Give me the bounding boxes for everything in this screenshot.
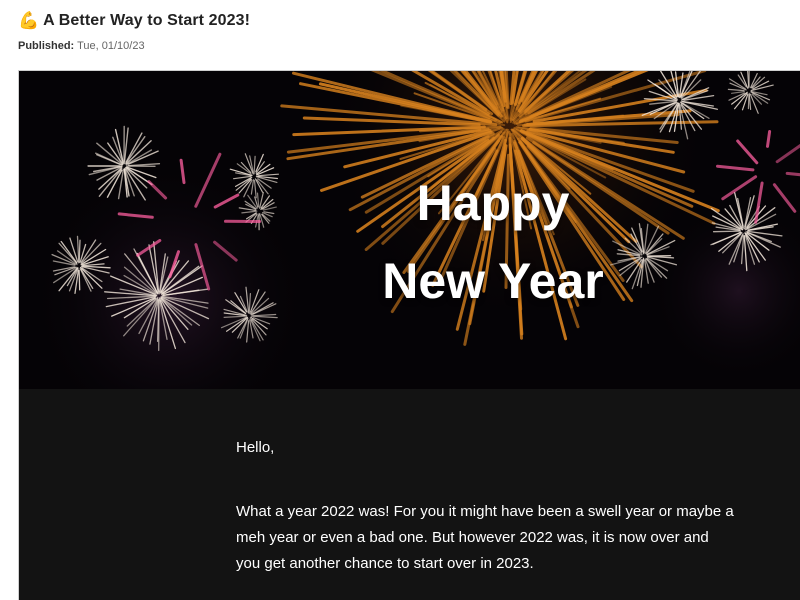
title-row: 💪 A Better Way to Start 2023! [18, 9, 250, 33]
hero-banner: Happy New Year [19, 71, 800, 389]
published-meta: Published: Tue, 01/10/23 [18, 40, 145, 52]
greeting-text: Hello, [236, 439, 275, 456]
flexed-biceps-icon: 💪 [18, 11, 40, 31]
email-content: Hello, What a year 2022 was! For you it … [19, 389, 800, 600]
published-date: Tue, 01/10/23 [77, 40, 145, 52]
email-body-frame: Happy New Year Hello, What a year 2022 w… [18, 70, 800, 600]
hero-heading-line2: New Year [382, 253, 604, 309]
published-label: Published: [18, 40, 75, 52]
email-viewer: 💪 A Better Way to Start 2023! Published:… [0, 0, 800, 600]
intro-paragraph: What a year 2022 was! For you it might h… [236, 503, 734, 572]
hero-heading-line1: Happy [416, 175, 570, 231]
page-title: A Better Way to Start 2023! [43, 12, 251, 29]
